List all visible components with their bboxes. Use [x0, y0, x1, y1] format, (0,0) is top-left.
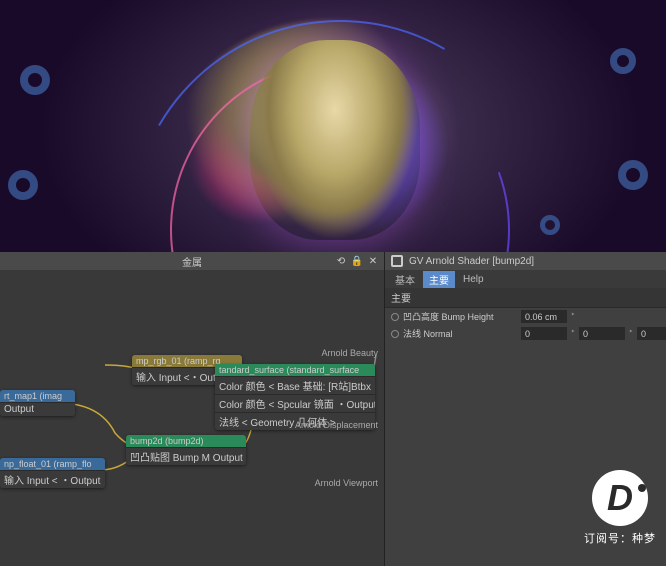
prop-normal: 法线 Normal ‣ ‣ ‣: [385, 325, 666, 342]
stepper-icon[interactable]: ‣: [568, 310, 578, 323]
close-icon[interactable]: ✕: [366, 254, 380, 268]
decor-torus: [20, 65, 50, 95]
node-title: np_float_01 (ramp_flo: [0, 458, 105, 470]
stepper-icon[interactable]: ‣: [568, 327, 578, 340]
watermark-logo: D: [592, 470, 648, 526]
normal-y-input[interactable]: [579, 327, 625, 340]
prop-label: 法线 Normal: [403, 327, 521, 340]
node-editor-header: 金属 ⟲ 🔒 ✕: [0, 252, 384, 270]
node-title: tandard_surface (standard_surface: [215, 364, 375, 376]
node-canvas[interactable]: mp_rgb_01 (ramp_rg 输入 Input <・Output rt_…: [0, 270, 384, 566]
node-port-row[interactable]: 输入 Input < ・Output: [0, 470, 105, 488]
node-port-row[interactable]: Color 颜色 < Base 基础: [R站]Btbx: [215, 376, 375, 394]
node-editor[interactable]: 金属 ⟲ 🔒 ✕ mp_rgb_01 (ramp_rg 输入 Input <・O…: [0, 252, 385, 566]
section-header: 主要: [385, 288, 666, 308]
properties-header: GV Arnold Shader [bump2d]: [385, 252, 666, 270]
node-title: rt_map1 (imag: [0, 390, 75, 402]
keyframe-dot[interactable]: [391, 313, 399, 321]
keyframe-dot[interactable]: [391, 330, 399, 338]
output-displacement[interactable]: Arnold Displacement: [268, 420, 378, 430]
node-editor-title: 金属: [182, 254, 202, 269]
output-viewport[interactable]: Arnold Viewport: [288, 478, 378, 488]
node-ramp-float[interactable]: np_float_01 (ramp_flo 输入 Input < ・Output: [0, 458, 105, 488]
decor-torus: [618, 160, 648, 190]
prop-bump-height: 凹凸高度 Bump Height ‣: [385, 308, 666, 325]
bump-height-input[interactable]: [521, 310, 567, 323]
normal-x-input[interactable]: [521, 327, 567, 340]
output-beauty[interactable]: Arnold Beauty: [298, 348, 378, 358]
arnold-icon: [391, 255, 403, 267]
node-title: bump2d (bump2d): [126, 435, 246, 447]
node-port-row[interactable]: Output: [0, 402, 75, 416]
stepper-icon[interactable]: ‣: [626, 327, 636, 340]
tab-bar: 基本 主要 Help: [385, 270, 666, 288]
watermark: D 订阅号：种梦: [584, 470, 656, 546]
prop-label: 凹凸高度 Bump Height: [403, 310, 521, 323]
node-port-row[interactable]: Color 颜色 < Spcular 镜面 ・Output: [215, 394, 375, 412]
decor-ring: [83, 0, 597, 252]
tab-basic[interactable]: 基本: [389, 271, 421, 288]
normal-z-input[interactable]: [637, 327, 666, 340]
node-bump2d[interactable]: bump2d (bump2d) 凹凸贴图 Bump M Output: [126, 435, 246, 465]
decor-torus: [610, 48, 636, 74]
tab-help[interactable]: Help: [457, 273, 490, 286]
node-port-row[interactable]: 凹凸贴图 Bump M Output: [126, 447, 246, 465]
properties-title: GV Arnold Shader [bump2d]: [409, 256, 534, 267]
lock-icon[interactable]: 🔒: [350, 254, 364, 268]
sync-icon[interactable]: ⟲: [334, 254, 348, 268]
node-rt-map[interactable]: rt_map1 (imag Output: [0, 390, 75, 416]
watermark-text: 订阅号：种梦: [584, 530, 656, 546]
tab-main[interactable]: 主要: [423, 271, 455, 288]
decor-torus: [540, 215, 560, 235]
decor-torus: [8, 170, 38, 200]
render-preview: [0, 0, 666, 252]
